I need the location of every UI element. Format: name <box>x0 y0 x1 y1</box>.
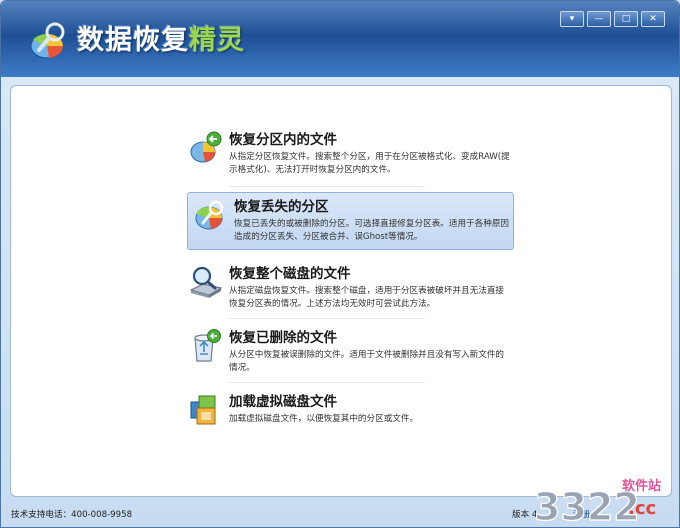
recycle-bin-icon <box>194 329 221 362</box>
support-phone: 技术支持电话：400-008-9958 <box>11 510 133 520</box>
app-title-accent: 精灵 <box>189 25 245 56</box>
menu-item-recover-lost-partition[interactable]: 恢复丢失的分区 恢复已丢失的或被删除的分区。可选择直接修复分区表。适用于各种原因… <box>187 192 514 250</box>
menu-item-load-virtual-disk[interactable]: 加载虚拟磁盘文件 加载虚拟磁盘文件，以便恢复其中的分区或文件。 <box>183 388 517 446</box>
watermark-domain: .cc <box>628 498 656 519</box>
disk-search-icon <box>189 266 223 298</box>
watermark-site: 软件站 <box>622 478 661 494</box>
virtual-disk-icon <box>190 395 216 425</box>
maximize-button[interactable]: □ <box>614 11 638 27</box>
menu-item-desc: 从指定磁盘恢复文件。搜索整个磁盘，适用于分区表被破坏并且无法直接恢复分区表的情况… <box>229 286 505 309</box>
menu-item-title: 恢复分区内的文件 <box>229 132 337 148</box>
partition-files-icon <box>190 131 222 163</box>
menu-item-desc: 从分区中恢复被误删除的文件。适用于文件被删除并且没有写入新文件的情况。 <box>229 350 505 373</box>
divider <box>229 318 425 319</box>
menu-item-desc: 加载虚拟磁盘文件，以便恢复其中的分区或文件。 <box>229 414 419 424</box>
menu-item-title: 恢复已删除的文件 <box>229 330 337 346</box>
menu-item-recover-partition-files[interactable]: 恢复分区内的文件 从指定分区恢复文件。搜索整个分区，用于在分区被格式化、变成RA… <box>183 126 517 184</box>
menu-item-title: 加载虚拟磁盘文件 <box>229 394 337 410</box>
menu-item-title: 恢复整个磁盘的文件 <box>229 266 351 282</box>
menu-item-recover-disk-files[interactable]: 恢复整个磁盘的文件 从指定磁盘恢复文件。搜索整个磁盘，适用于分区表被破坏并且无法… <box>183 260 517 318</box>
close-button[interactable]: ✕ <box>641 11 665 27</box>
title-bar[interactable]: 数据恢复精灵 ▾ — □ ✕ <box>1 1 679 77</box>
divider <box>229 382 425 383</box>
minimize-button[interactable]: — <box>587 11 611 27</box>
site-watermark-logo: 3322 软件站 .cc <box>533 478 661 526</box>
app-title: 数据恢复精灵 <box>77 18 245 57</box>
menu-item-desc: 恢复已丢失的或被删除的分区。可选择直接修复分区表。适用于各种原因造成的分区丢失、… <box>234 219 510 242</box>
divider <box>229 186 425 187</box>
app-logo-icon <box>30 22 65 59</box>
window-menu-button[interactable]: ▾ <box>560 11 584 27</box>
app-title-main: 数据恢复 <box>77 25 189 56</box>
window-controls: ▾ — □ ✕ <box>560 11 665 27</box>
lost-partition-icon <box>195 200 224 230</box>
menu-item-recover-deleted-files[interactable]: 恢复已删除的文件 从分区中恢复被误删除的文件。适用于文件被删除并且没有写入新文件… <box>183 324 517 382</box>
menu-item-title: 恢复丢失的分区 <box>234 199 329 215</box>
app-window: 数据恢复精灵 ▾ — □ ✕ 恢复分区内的文件 从指定分区恢复文件。搜索整个分区… <box>0 0 680 528</box>
main-panel: 恢复分区内的文件 从指定分区恢复文件。搜索整个分区，用于在分区被格式化、变成RA… <box>10 85 672 497</box>
menu-item-desc: 从指定分区恢复文件。搜索整个分区，用于在分区被格式化、变成RAW(提示格式化)、… <box>229 152 510 175</box>
